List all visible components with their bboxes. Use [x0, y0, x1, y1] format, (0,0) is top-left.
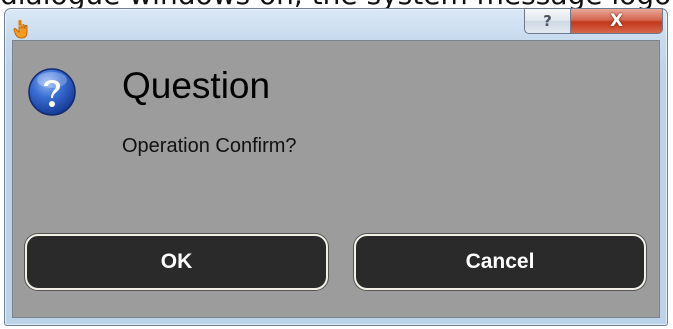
- caption-buttons: ? X: [524, 8, 663, 34]
- dialog-window: ? X Question Operation Confirm? OK Cance…: [4, 8, 668, 326]
- dialog-title: Question: [122, 65, 271, 106]
- hand-pointer-icon: [13, 19, 29, 39]
- ok-button[interactable]: OK: [25, 234, 328, 290]
- page: dialogue windows on, the system message …: [0, 0, 673, 329]
- dialog-content: Question Operation Confirm? OK Cancel: [12, 40, 660, 318]
- close-icon: X: [609, 11, 624, 31]
- cancel-button[interactable]: Cancel: [354, 234, 646, 290]
- close-button[interactable]: X: [571, 8, 663, 34]
- dialog-message: Operation Confirm?: [122, 135, 297, 157]
- question-icon: [27, 67, 77, 117]
- help-icon: ?: [543, 12, 552, 30]
- help-button[interactable]: ?: [524, 8, 571, 34]
